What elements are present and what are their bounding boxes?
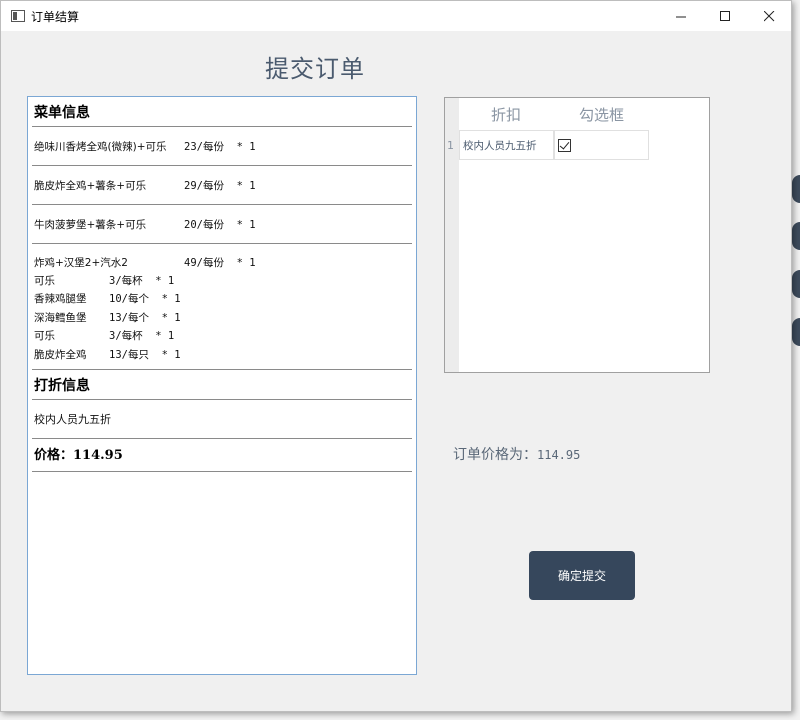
close-button[interactable] [747,1,791,31]
sub-item-name: 脆皮炸全鸡 [34,348,87,361]
discount-text: 校内人员九五折 [34,413,111,427]
title-bar[interactable]: 订单结算 [1,1,791,31]
maximize-icon [719,10,730,21]
sub-item-price: 10/每个 * 1 [109,293,181,306]
menu-item-price: 29/每份 * 1 [184,179,256,192]
price-total: 价格：114.95 [34,448,123,464]
discount-name: 校内人员九五折 [463,139,537,152]
order-info-panel[interactable]: 菜单信息 绝味川香烤全鸡(微辣)+可乐 23/每份 * 1 脆皮炸全鸡+薯条+可… [27,96,417,675]
app-window-icon [11,10,25,22]
order-settlement-window: 订单结算 提交订单 菜单信息 绝味川香烤全鸡(微辣)+可乐 23/每份 * 1 … [0,0,792,712]
page-title: 提交订单 [265,55,365,83]
discount-info-title: 打折信息 [34,378,90,395]
order-price-prefix: 订单价格为： [453,447,537,463]
menu-item: 绝味川香烤全鸡(微辣)+可乐 23/每份 * 1 [32,127,412,165]
combo-header: 炸鸡+汉堡2+汽水2 49/每份 * 1 [34,253,412,271]
background-pill [792,222,800,250]
menu-item: 牛肉菠萝堡+薯条+可乐 20/每份 * 1 [32,205,412,243]
combo-sub-item: 香辣鸡腿堡 10/每个 * 1 [34,290,412,308]
maximize-button[interactable] [703,1,747,31]
order-price-label: 订单价格为：114.95 [453,444,580,464]
combo-price: 49/每份 * 1 [184,256,256,269]
sub-item-price: 13/每只 * 1 [109,348,181,361]
discount-table[interactable]: 折扣 勾选框 1 校内人员九五折 [444,97,710,373]
combo-sub-item: 可乐 3/每杯 * 1 [34,327,412,345]
menu-item-price: 23/每份 * 1 [184,140,256,153]
minimize-button[interactable] [659,1,703,31]
discount-name-cell[interactable]: 校内人员九五折 [459,130,554,160]
combo-sub-item: 可乐 3/每杯 * 1 [34,271,412,289]
sub-item-price: 13/每个 * 1 [109,311,181,324]
combo-item: 炸鸡+汉堡2+汽水2 49/每份 * 1 可乐 3/每杯 * 1 香辣鸡腿堡 1… [32,244,412,369]
combo-sub-item: 脆皮炸全鸡 13/每只 * 1 [34,345,412,363]
menu-info-title: 菜单信息 [34,105,90,121]
divider [32,471,412,473]
menu-item-name: 脆皮炸全鸡+薯条+可乐 [34,179,147,192]
submit-button[interactable]: 确定提交 [529,551,635,600]
row-number: 1 [447,139,454,152]
menu-item: 脆皮炸全鸡+薯条+可乐 29/每份 * 1 [32,166,412,204]
menu-item-price: 20/每份 * 1 [184,218,256,231]
background-pill [792,318,800,346]
order-price-value: 114.95 [537,448,581,462]
window-controls [659,1,791,31]
minimize-icon [675,16,686,17]
column-header-discount[interactable]: 折扣 [491,104,521,125]
sub-item-name: 可乐 [34,330,55,343]
sub-item-name: 可乐 [34,275,55,288]
discount-checkbox[interactable] [558,138,571,152]
background-pill [792,175,800,203]
discount-checkbox-cell[interactable] [554,130,649,160]
menu-item-name: 牛肉菠萝堡+薯条+可乐 [34,218,147,231]
combo-sub-item: 深海鳕鱼堡 13/每个 * 1 [34,308,412,326]
close-icon [763,10,774,21]
window-title: 订单结算 [31,9,80,24]
sub-item-name: 深海鳕鱼堡 [34,311,87,324]
combo-name: 炸鸡+汉堡2+汽水2 [34,256,128,269]
sub-item-name: 香辣鸡腿堡 [34,293,87,306]
column-header-checkbox[interactable]: 勾选框 [579,104,624,125]
background-pill [792,270,800,298]
menu-item-name: 绝味川香烤全鸡(微辣)+可乐 [34,140,167,153]
sub-item-price: 3/每杯 * 1 [109,275,175,288]
sub-item-price: 3/每杯 * 1 [109,330,175,343]
